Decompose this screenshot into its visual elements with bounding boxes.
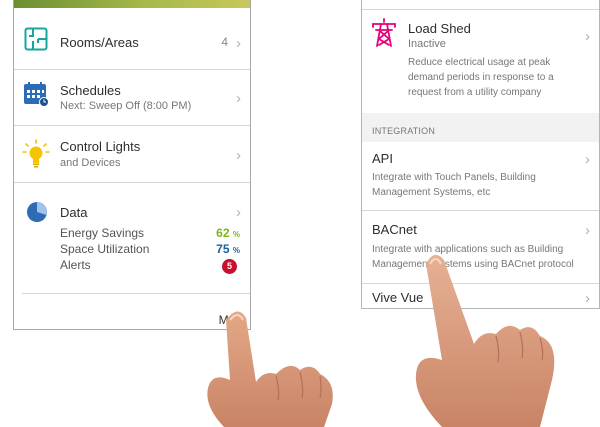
control-lights-subtitle: and Devices <box>60 157 121 169</box>
schedules-label: Schedules <box>60 83 121 98</box>
left-menu-panel: Rooms/Areas 4 › Schedules Next: Sweep Of… <box>13 0 251 330</box>
rooms-count: 4 <box>221 35 228 49</box>
integration-section-header: INTEGRATION <box>362 113 599 142</box>
alerts-count-badge[interactable]: 5 <box>222 259 237 274</box>
bacnet-label: BACnet <box>372 222 417 237</box>
space-utilization-value: 75 % <box>216 242 240 256</box>
data-item[interactable]: Data › Energy Savings 62 % Space Utiliza… <box>14 183 250 293</box>
lightbulb-icon <box>22 139 50 168</box>
api-description: Integrate with Touch Panels, Building Ma… <box>372 172 536 198</box>
alerts-label: Alerts <box>60 258 91 272</box>
energy-savings-label: Energy Savings <box>60 226 145 240</box>
control-lights-item[interactable]: Control Lights and Devices › <box>14 126 250 182</box>
api-item[interactable]: API Integrate with Touch Panels, Buildin… <box>362 142 599 210</box>
schedules-next-event: Next: Sweep Off (8:00 PM) <box>60 100 192 112</box>
chevron-right-icon: › <box>585 290 590 307</box>
chevron-right-icon: › <box>236 147 241 164</box>
load-shed-item[interactable]: Load Shed Inactive Reduce electrical usa… <box>362 10 599 112</box>
power-tower-icon <box>372 18 396 47</box>
chevron-right-icon: › <box>236 35 241 52</box>
energy-savings-value: 62 % <box>216 226 240 240</box>
rooms-areas-label: Rooms/Areas <box>60 35 139 50</box>
chevron-right-icon: › <box>585 222 590 239</box>
control-lights-label: Control Lights <box>60 139 141 154</box>
space-utilization-label: Space Utilization <box>60 242 150 256</box>
divider <box>22 293 250 294</box>
floorplan-icon <box>24 27 48 51</box>
load-shed-status: Inactive <box>408 38 446 50</box>
pointing-hand-illustration <box>415 254 555 427</box>
load-shed-label: Load Shed <box>408 21 471 36</box>
chevron-right-icon: › <box>585 151 590 168</box>
rooms-areas-item[interactable]: Rooms/Areas 4 › <box>14 8 250 69</box>
api-label: API <box>372 151 393 166</box>
header-banner <box>14 0 250 8</box>
schedules-item[interactable]: Schedules Next: Sweep Off (8:00 PM) › <box>14 70 250 125</box>
pointing-hand-illustration <box>207 311 333 427</box>
pie-chart-icon <box>27 202 47 222</box>
load-shed-description: Reduce electrical usage at peak demand p… <box>408 57 554 98</box>
calendar-icon <box>24 82 49 107</box>
chevron-right-icon: › <box>236 90 241 107</box>
chevron-right-icon: › <box>585 28 590 45</box>
data-label: Data <box>60 205 88 220</box>
chevron-right-icon: › <box>236 204 241 221</box>
